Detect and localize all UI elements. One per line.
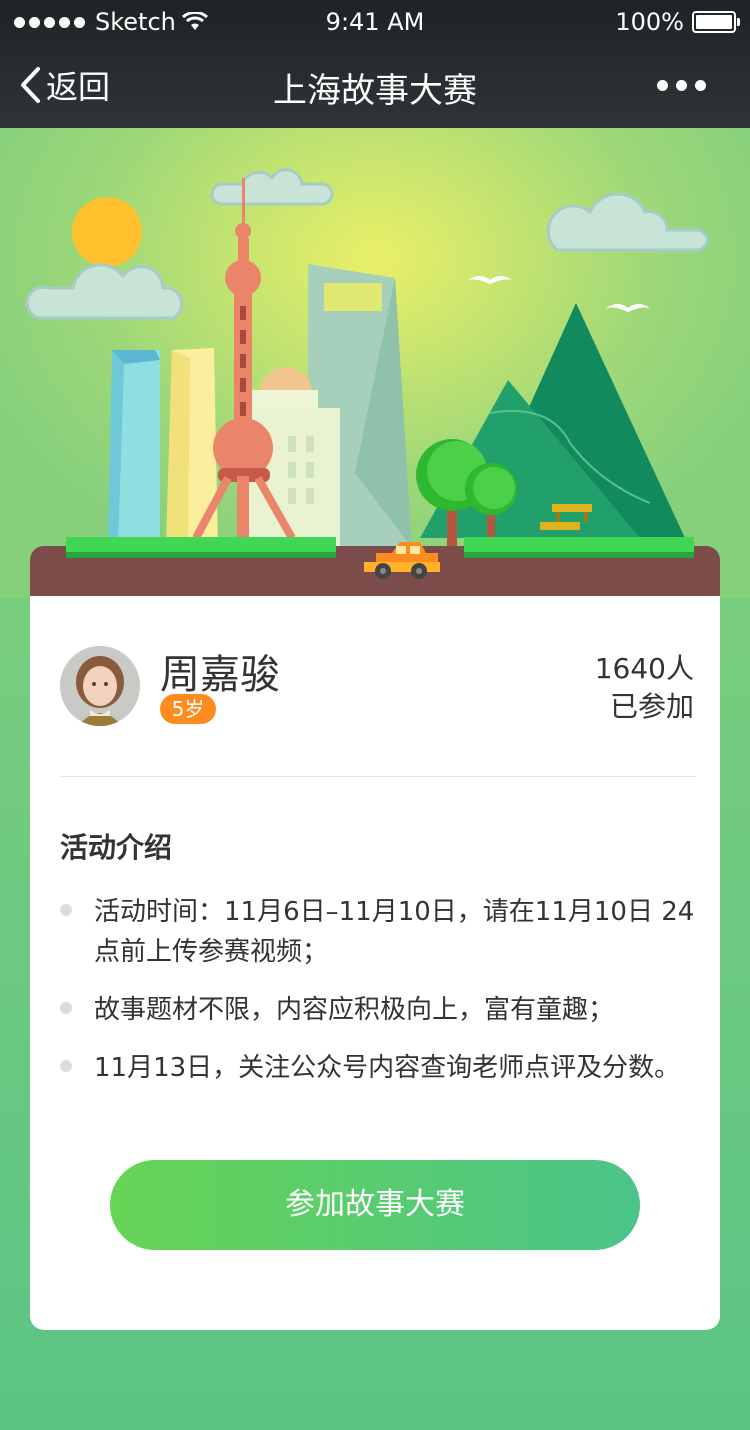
section-title: 活动介绍 [60,831,173,864]
join-contest-button[interactable]: 参加故事大赛 [110,1160,640,1250]
more-menu-button[interactable] [657,80,706,91]
building-icon [108,348,218,548]
participants-info: 1640人 已参加 [595,650,694,726]
list-item: 故事题材不限，内容应积极向上，富有童趣； [60,990,700,1030]
divider [60,776,696,777]
list-item: 活动时间：11月6日–11月10日，请在11月10日 24点前上传参赛视频； [60,892,700,972]
nav-bar: 返回 上海故事大赛 [0,44,750,128]
status-bar: Sketch 9:41 AM 100% [0,0,750,44]
user-name: 周嘉骏 [160,652,280,698]
more-icon [657,80,668,91]
page-title: 上海故事大赛 [273,71,477,111]
avatar [60,646,140,726]
participants-label: 已参加 [609,690,694,723]
battery-percent: 100% [615,8,684,36]
top-bar: Sketch 9:41 AM 100% 返回 上海故事大赛 [0,0,750,128]
bird-icon [468,276,650,312]
age-badge: 5岁 [160,694,216,724]
battery-group: 100% [615,8,740,36]
intro-list: 活动时间：11月6日–11月10日，请在11月10日 24点前上传参赛视频； 故… [60,892,700,1106]
sun-icon [72,197,142,267]
hero-illustration [0,128,750,598]
participants-count: 1640人 [594,652,694,685]
info-card: 周嘉骏 5岁 1640人 已参加 活动介绍 活动时间：11月6日–11月10日，… [30,596,720,1330]
battery-icon [692,11,740,33]
list-item: 11月13日，关注公众号内容查询老师点评及分数。 [60,1048,700,1088]
